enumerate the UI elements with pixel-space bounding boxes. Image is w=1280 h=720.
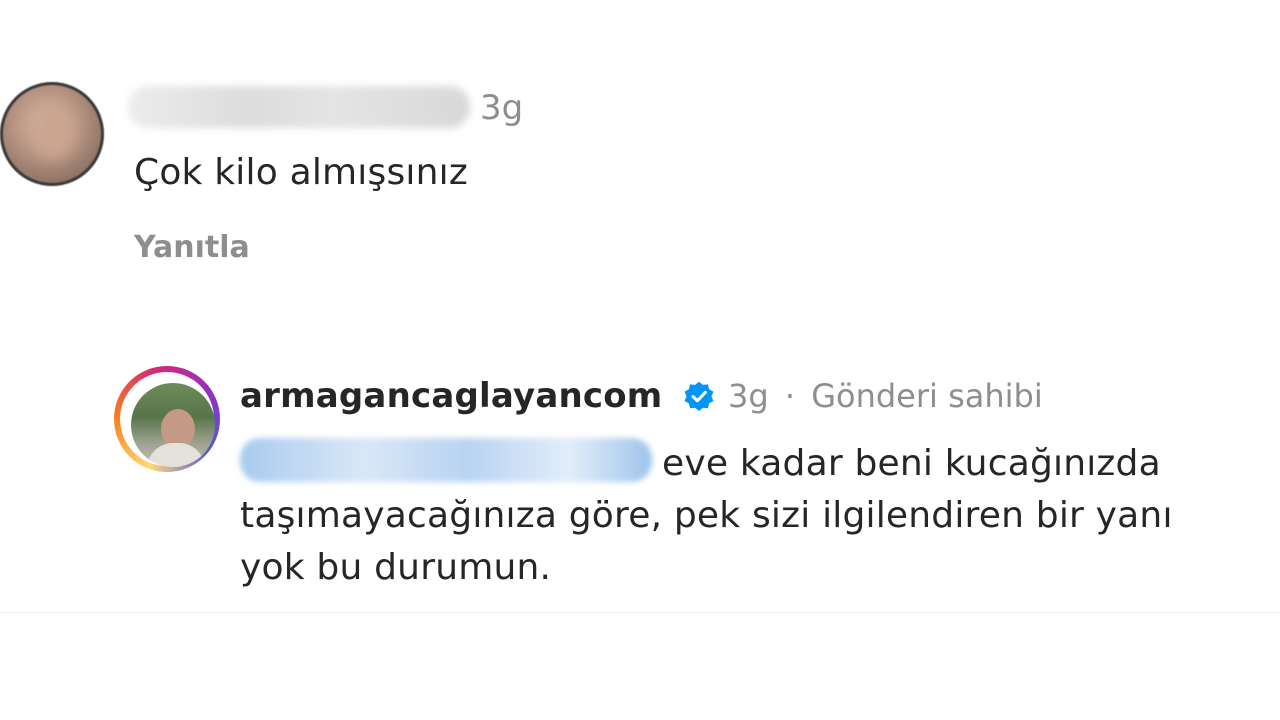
reply-button[interactable]: Yanıtla: [134, 228, 250, 268]
owner-username[interactable]: armagancaglayancom: [240, 375, 662, 417]
owner-avatar: [131, 383, 215, 467]
bottom-area: [0, 612, 1280, 720]
comment-text: Çok kilo almışsınız: [134, 152, 468, 193]
comment-timestamp: 3g: [480, 88, 524, 128]
meta-separator: ·: [784, 377, 796, 415]
comments-panel: 3g Çok kilo almışsınız Yanıtla armaganca…: [0, 0, 1280, 612]
commenter-avatar[interactable]: [0, 82, 104, 186]
reply-text: eve kadar beni kucağınızda taşımayacağın…: [240, 443, 1173, 588]
blurred-face: [34, 106, 74, 158]
reply-text-block: eve kadar beni kucağınızda taşımayacağın…: [240, 438, 1220, 594]
comments-screen: 3g Çok kilo almışsınız Yanıtla armaganca…: [0, 0, 1280, 720]
reply-timestamp: 3g: [728, 377, 769, 415]
verified-badge-icon: [684, 381, 714, 411]
reply-meta: 3g · Gönderi sahibi: [728, 375, 1043, 417]
story-ring[interactable]: [114, 366, 220, 472]
redacted-username: [128, 86, 470, 128]
post-owner-label: Gönderi sahibi: [811, 377, 1043, 415]
